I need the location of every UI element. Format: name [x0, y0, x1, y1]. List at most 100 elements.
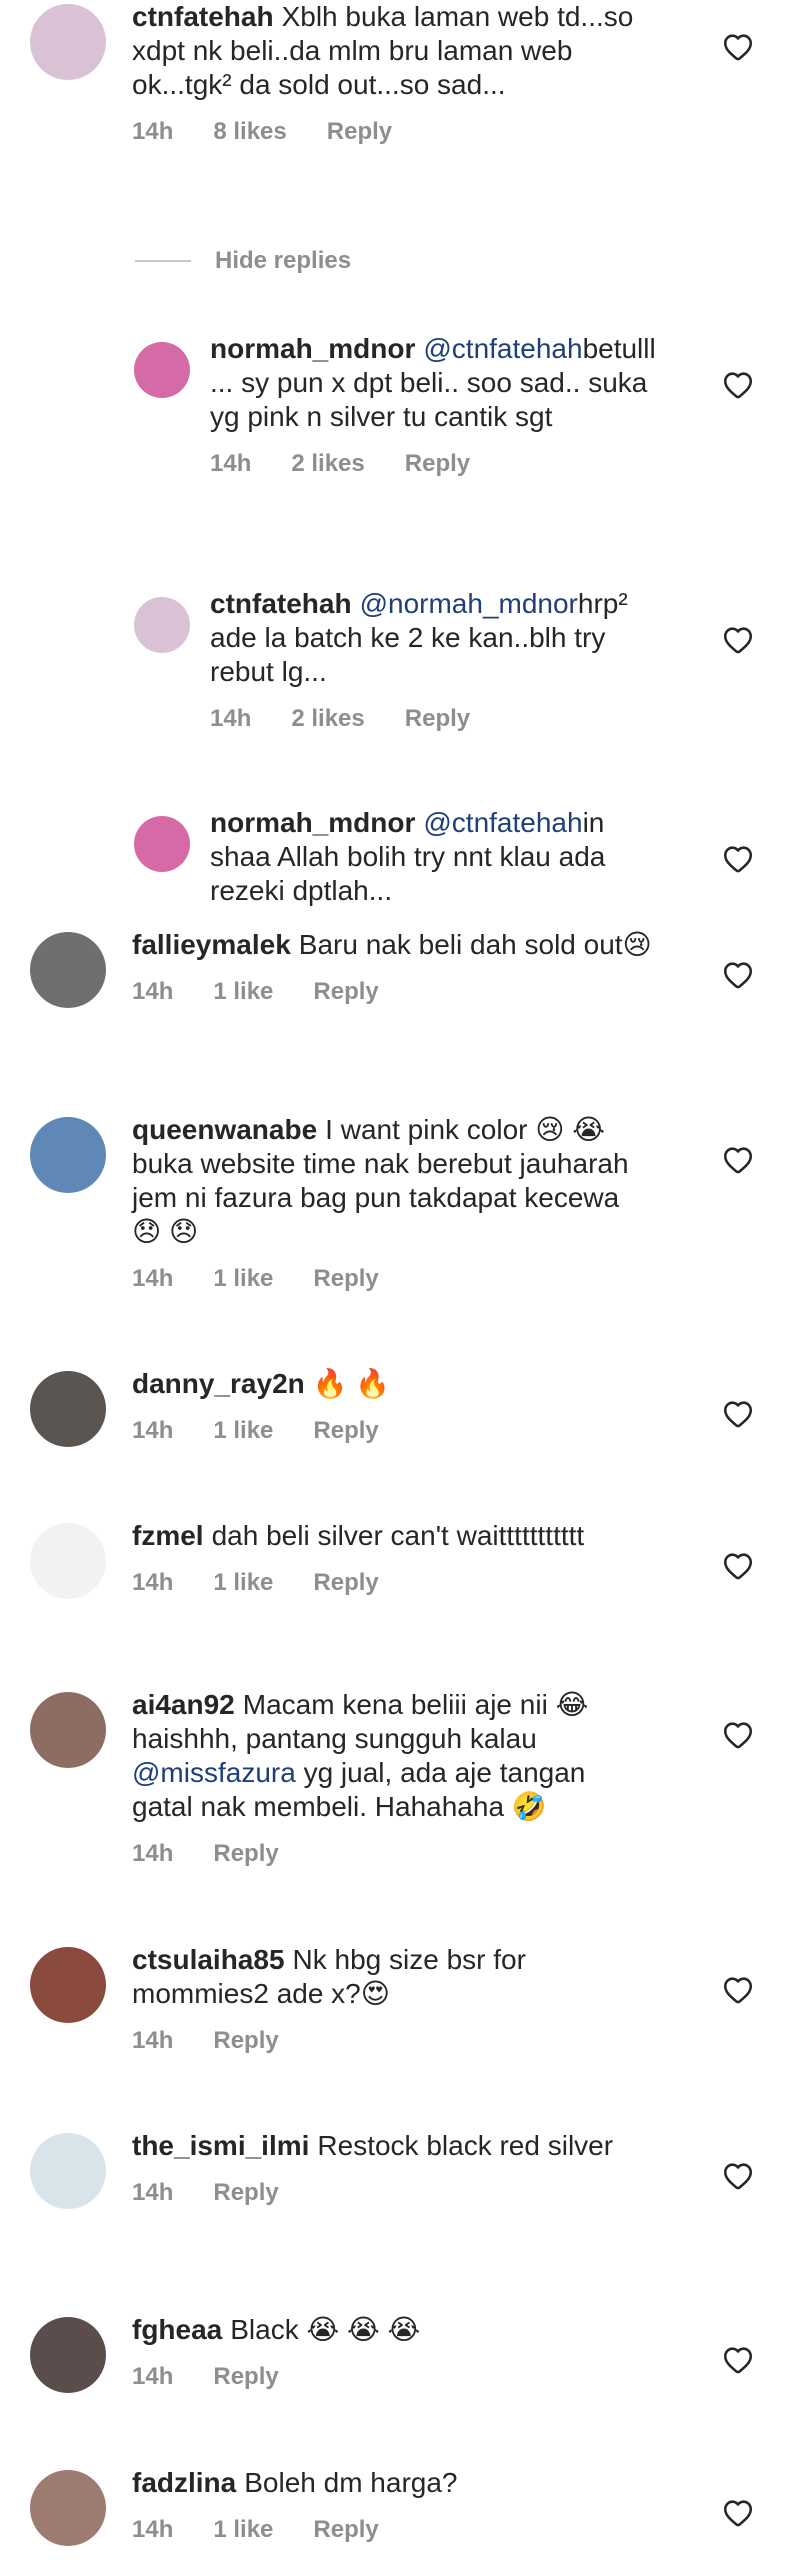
reply-button[interactable]: Reply — [313, 1569, 378, 1597]
heart-icon[interactable] — [721, 368, 755, 402]
reply-button[interactable]: Reply — [405, 450, 470, 478]
timestamp: 14h — [132, 118, 174, 145]
reply-button[interactable]: Reply — [213, 1840, 278, 1868]
comment-text: ctnfatehah @normah_mdnorhrp² ade la batch… — [210, 587, 660, 689]
comment-text: fzmel dah beli silver can't waitttttttttt… — [132, 1519, 652, 1553]
username[interactable]: fadzlina — [132, 2467, 236, 2498]
timestamp: 14h — [132, 2516, 174, 2543]
reply-button[interactable]: Reply — [213, 2179, 278, 2207]
comment-meta: 14h 2 likes Reply — [210, 450, 660, 478]
comment-meta: 14h 8 likes Reply — [132, 118, 652, 146]
heart-icon[interactable] — [721, 2343, 755, 2377]
heart-icon[interactable] — [721, 958, 755, 992]
timestamp: 14h — [132, 978, 174, 1005]
avatar[interactable] — [134, 597, 190, 653]
comment-text: ctnfatehah Xblh buka laman web td...so xd… — [132, 0, 652, 102]
reply-button[interactable]: Reply — [213, 2363, 278, 2391]
timestamp: 14h — [132, 2363, 174, 2390]
username[interactable]: fallieymalek — [132, 929, 291, 960]
username[interactable]: normah_mdnor — [210, 333, 415, 364]
avatar[interactable] — [134, 342, 190, 398]
heart-icon[interactable] — [721, 1549, 755, 1583]
avatar[interactable] — [30, 1692, 106, 1768]
likes-count[interactable]: 2 likes — [291, 450, 364, 478]
mention-link[interactable]: @ctnfatehah — [423, 807, 582, 838]
heart-icon[interactable] — [721, 1143, 755, 1177]
comment-text: queenwanabe I want pink color 😢 😭 buka we… — [132, 1113, 652, 1249]
reply-button[interactable]: Reply — [405, 705, 470, 733]
comment-text: danny_ray2n 🔥 🔥 — [132, 1367, 652, 1401]
timestamp: 14h — [132, 1265, 174, 1292]
heart-icon[interactable] — [721, 842, 755, 876]
comment-text: ai4an92 Macam kena beliii aje nii 😂 haish… — [132, 1688, 652, 1824]
likes-count[interactable]: 2 likes — [291, 705, 364, 733]
avatar[interactable] — [30, 2470, 106, 2546]
reply-button[interactable]: Reply — [313, 978, 378, 1006]
reply-button[interactable]: Reply — [327, 118, 392, 146]
timestamp: 14h — [210, 705, 252, 732]
username[interactable]: ai4an92 — [132, 1689, 235, 1720]
username[interactable]: normah_mdnor — [210, 807, 415, 838]
avatar[interactable] — [30, 1117, 106, 1193]
reply-button[interactable]: Reply — [213, 2027, 278, 2055]
username[interactable]: fgheaa — [132, 2314, 222, 2345]
reply-button[interactable]: Reply — [313, 1265, 378, 1293]
comment-meta: 14h 1 like Reply — [132, 1265, 652, 1293]
heart-icon[interactable] — [721, 1973, 755, 2007]
mention-link[interactable]: @missfazura — [132, 1757, 296, 1788]
likes-count[interactable]: 1 like — [213, 1569, 273, 1597]
username[interactable]: fzmel — [132, 1520, 204, 1551]
comment-body: Baru nak beli dah sold out😢 — [298, 929, 652, 960]
comment-body: 🔥 🔥 — [312, 1368, 391, 1399]
comment-meta: 14h Reply — [132, 2179, 652, 2207]
avatar[interactable] — [30, 1371, 106, 1447]
comment-body: Black 😭 😭 😭 — [230, 2314, 421, 2345]
comment-meta: 14h Reply — [132, 2363, 652, 2391]
heart-icon[interactable] — [721, 30, 755, 64]
timestamp: 14h — [132, 1417, 174, 1444]
likes-count[interactable]: 1 like — [213, 1417, 273, 1445]
mention-link[interactable]: @ctnfatehah — [423, 333, 582, 364]
heart-icon[interactable] — [721, 2496, 755, 2530]
avatar[interactable] — [30, 4, 106, 80]
heart-icon[interactable] — [721, 1718, 755, 1752]
comment-meta: 14h Reply — [132, 1840, 652, 1868]
comment-meta: 14h 1 like Reply — [132, 978, 652, 1006]
comment-meta: 14h Reply — [132, 2027, 652, 2055]
comment-body: Restock black red silver — [317, 2130, 614, 2161]
mention-link[interactable]: @normah_mdnor — [360, 588, 578, 619]
heart-icon[interactable] — [721, 2159, 755, 2193]
comment-text: the_ismi_ilmi Restock black red silver — [132, 2129, 652, 2163]
avatar[interactable] — [30, 1523, 106, 1599]
heart-icon[interactable] — [721, 1397, 755, 1431]
hide-replies-label[interactable]: Hide replies — [215, 247, 351, 275]
likes-count[interactable]: 1 like — [213, 1265, 273, 1293]
comment-body: dah beli silver can't waittttttttttt — [211, 1520, 585, 1551]
comment-body: Boleh dm harga? — [244, 2467, 458, 2498]
username[interactable]: ctnfatehah — [132, 1, 274, 32]
comment-text: fgheaa Black 😭 😭 😭 — [132, 2313, 652, 2347]
timestamp: 14h — [132, 2179, 174, 2206]
reply-button[interactable]: Reply — [313, 2516, 378, 2544]
comment-meta: 14h 1 like Reply — [132, 1569, 652, 1597]
username[interactable]: ctnfatehah — [210, 588, 352, 619]
likes-count[interactable]: 8 likes — [213, 118, 286, 146]
avatar[interactable] — [30, 932, 106, 1008]
username[interactable]: queenwanabe — [132, 1114, 317, 1145]
likes-count[interactable]: 1 like — [213, 978, 273, 1006]
username[interactable]: danny_ray2n — [132, 1368, 305, 1399]
avatar[interactable] — [30, 2317, 106, 2393]
hide-replies-button[interactable]: Hide replies — [135, 247, 351, 275]
avatar[interactable] — [30, 1947, 106, 2023]
comment-text: ctsulaiha85 Nk hbg size bsr for mommies2 … — [132, 1943, 652, 2011]
username[interactable]: ctsulaiha85 — [132, 1944, 285, 1975]
heart-icon[interactable] — [721, 623, 755, 657]
timestamp: 14h — [132, 1840, 174, 1867]
likes-count[interactable]: 1 like — [213, 2516, 273, 2544]
comment-text: normah_mdnor @ctnfatehahbetulll... sy pun… — [210, 332, 660, 434]
username[interactable]: the_ismi_ilmi — [132, 2130, 309, 2161]
comment-meta: 14h 2 likes Reply — [210, 705, 660, 733]
reply-button[interactable]: Reply — [313, 1417, 378, 1445]
avatar[interactable] — [30, 2133, 106, 2209]
avatar[interactable] — [134, 816, 190, 872]
